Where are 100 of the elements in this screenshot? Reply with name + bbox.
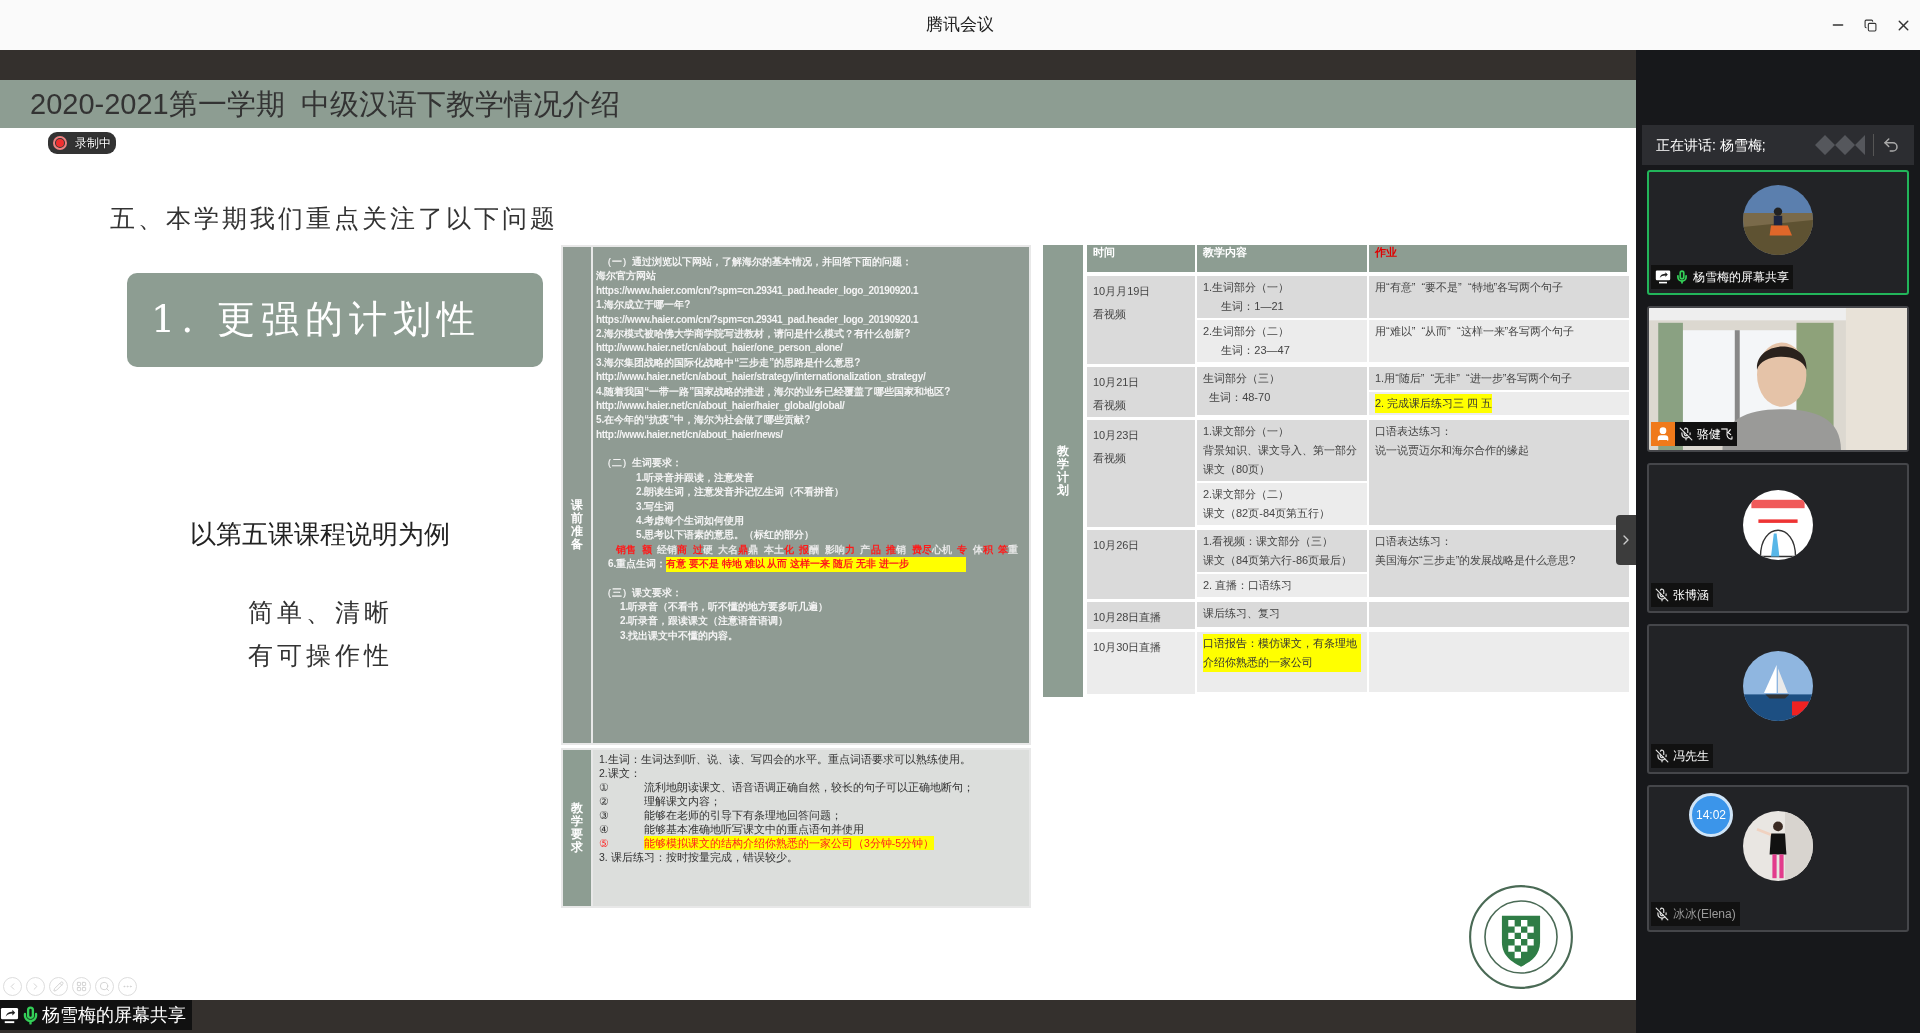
callout-text: 1. 更强的计划性	[151, 296, 482, 343]
section-heading: （一）通过浏览以下网站，了解海尔的基本情况，并回答下面的问题：	[601, 255, 913, 269]
cell-text: 1.生词部分（一）	[1203, 280, 1290, 295]
column-header: 作业	[1369, 245, 1629, 272]
cell-text: 说一说贾迈尔和海尔合作的缘起	[1375, 443, 1529, 458]
cell-text: 2. 完成课后练习三 四 五	[1375, 394, 1493, 413]
question-text: 3.海尔集团战略的国际化战略中“三步走”的思路是什么意思?	[596, 355, 862, 370]
question-text: 4.随着我国“一带一路”国家战略的推进，海尔的业务已经覆盖了哪些国家和地区?	[596, 384, 952, 399]
participant-tile[interactable]: 冯先生	[1647, 624, 1909, 774]
slide-heading: 五、本学期我们重点关注了以下问题	[110, 203, 559, 235]
requirement-text: 2.课文：	[599, 766, 642, 780]
question-text: 海尔官方网站	[596, 269, 657, 284]
cell-text: 课后练习、复习	[1203, 606, 1280, 621]
text-requirement: 2.听录音，跟读课文（注意语音语调）	[619, 614, 790, 629]
requirement-text: 3. 课后练习：按时按量完成，错误较少。	[599, 850, 799, 864]
example-note: 以第五课课程说明为例	[190, 517, 450, 551]
cell-text: 美国海尔“三步走”的发展战略是什么意思?	[1375, 553, 1576, 568]
vocabulary-requirement: 5.思考以下语素的意思。（标红的部分）	[635, 528, 816, 543]
search-icon	[99, 981, 110, 992]
cell-text: 生词：1—21	[1220, 299, 1284, 314]
item-number: ②	[599, 794, 610, 808]
participant-name: 骆健飞	[1697, 426, 1733, 443]
cell-text: 口语表达练习：	[1375, 534, 1452, 549]
section-heading: （二）生词要求：	[601, 456, 683, 471]
website-url: http://www.haier.net/cn/about_haier/strategy/internationalization_strategy/	[596, 370, 927, 385]
participant-name: 冯先生	[1673, 748, 1709, 765]
morpheme-list: 销售 额 经销商 过硬 大名鼎鼎 本土化 报酬 影响力 产品 推销 费尽心机 专 体积 笨重	[596, 542, 1025, 558]
date-text: 看视频	[1093, 398, 1127, 413]
vocabulary-requirement: 2.朗读生词，注意发音并记忆生词（不看拼音）	[635, 485, 846, 500]
restore-icon[interactable]	[1864, 18, 1877, 32]
participant-name: 张博涵	[1673, 587, 1709, 604]
website-url: http://www.haier.net/cn/about_haier/one_person_alone/	[596, 341, 844, 356]
website-url: http://www.haier.net/cn/about_haier/haier_global/global/	[596, 399, 846, 414]
participant-tile[interactable]: 张博涵	[1647, 463, 1909, 613]
vocabulary-requirement: 1.听录音并跟读，注意发音	[635, 470, 756, 485]
participant-name: 冰冰(Elena)	[1673, 906, 1736, 923]
participant-tile[interactable]: 杨雪梅的屏幕共享	[1647, 170, 1909, 295]
key-point: 有可操作性	[247, 640, 393, 672]
sharer-name: 杨雪梅的屏幕共享	[42, 1003, 186, 1027]
cell-text: 生词：48-70	[1208, 390, 1271, 405]
date-text: 10月30日直播	[1093, 640, 1163, 655]
share-screen-icon	[1655, 269, 1671, 285]
item-number: ④	[599, 822, 610, 836]
item-number: ①	[599, 780, 610, 794]
item-number: ③	[599, 808, 610, 822]
vocabulary-requirement: 3.写生词	[635, 499, 676, 514]
date-text: 10月28日直播	[1093, 610, 1163, 625]
item-number: ⑤	[599, 836, 610, 850]
cell-text: 1.用“随后” “无非” “进一步”各写两个句子	[1375, 371, 1573, 386]
speaker-text: 正在讲话: 杨雪梅;	[1656, 135, 1767, 155]
question-text: 2.海尔模式被哈佛大学商学院写进教材，请问是什么模式？有什么创新?	[596, 327, 912, 342]
vocabulary-requirement: 4.考虑每个生词如何使用	[635, 513, 746, 528]
logo-icon	[1815, 134, 1865, 156]
cell-text: 课文（82页-84页第五行）	[1203, 506, 1331, 521]
cell-text: 背景知识、课文导入、第一部分课文（80页）	[1203, 443, 1358, 477]
share-screen-icon	[0, 1005, 19, 1025]
cell-text: 口语表达练习：	[1375, 424, 1452, 439]
cell-text: 2.生词部分（二）	[1203, 324, 1290, 339]
participant-tile[interactable]: 14:02 冰冰(Elena)	[1647, 785, 1909, 932]
cell-text: 1.看视频：课文部分（三）	[1203, 534, 1334, 549]
column-header: 教学内容	[1197, 245, 1369, 272]
cell-text: 用“难以” “从而” “这样一来”各写两个句子	[1375, 324, 1575, 339]
website-url: http://www.haier.net/cn/about_haier/news/	[596, 427, 784, 442]
cell-text: 2. 直播：口语练习	[1203, 578, 1293, 593]
keywords-label: 6.重点生词：	[608, 557, 667, 572]
cell-text: 1.课文部分（一）	[1203, 424, 1290, 439]
next-slide-button[interactable]	[1616, 515, 1636, 565]
text-requirement: 3.找出课文中不懂的内容。	[619, 628, 740, 643]
requirement-item: 流利地朗读课文、语音语调正确自然，较长的句子可以正确地断句；	[644, 780, 974, 794]
recording-label: 录制中	[75, 135, 111, 152]
cell-text: 课文（84页第六行-86页最后）	[1203, 553, 1353, 568]
back-icon[interactable]	[1882, 136, 1900, 154]
participant-name: 杨雪梅的屏幕共享	[1693, 269, 1789, 286]
requirement-item: 能够模拟课文的结构介绍你熟悉的一家公司（3分钟-5分钟）	[644, 836, 935, 850]
question-text: 5.在今年的“抗疫”中，海尔为社会做了哪些贡献?	[596, 413, 812, 428]
cell-text: 2.课文部分（二）	[1203, 487, 1290, 502]
requirement-item: 能够基本准确地听写课文中的重点语句并使用	[644, 822, 864, 836]
text-requirement: 1.听录音（不看书，听不懂的地方要多听几遍）	[619, 599, 830, 614]
section-heading: （三）课文要求：	[601, 585, 683, 600]
requirement-item: 理解课文内容；	[644, 794, 721, 808]
pen-icon	[53, 981, 64, 992]
cell-text: 生词：23—47	[1220, 343, 1290, 358]
question-text: 1.海尔成立于哪一年?	[596, 298, 692, 313]
requirement-text: 1.生词：生词达到听、说、读、写四会的水平。重点词语要求可以熟练使用。	[599, 752, 972, 766]
column-header: 时间	[1087, 245, 1197, 272]
requirements-label: 教学要求	[571, 801, 583, 855]
participant-tile[interactable]: 骆健飞	[1647, 306, 1909, 452]
date-text: 10月21日	[1093, 375, 1141, 390]
date-text: 10月23日	[1093, 428, 1141, 443]
date-text: 10月26日	[1093, 538, 1141, 553]
slide-title: 2020-2021第一学期 中级汉语下教学情况介绍	[30, 89, 620, 119]
date-text: 看视频	[1093, 307, 1127, 322]
date-text: 10月月19日	[1093, 284, 1152, 299]
keywords-highlight: 有意 要不是 特地 难以 从而 这样一来 随后 无非 进一步	[666, 557, 967, 572]
requirement-item: 能够在老师的引导下有条理地回答问题；	[644, 808, 842, 822]
grid-icon	[76, 981, 87, 992]
cell-text: 生词部分（三）	[1203, 371, 1280, 386]
website-url: https://www.haier.com/cn/?spm=cn.29341_pad.header_logo_20190920.1	[596, 312, 920, 327]
date-text: 看视频	[1093, 451, 1127, 466]
key-point: 简单、清晰	[247, 596, 393, 629]
